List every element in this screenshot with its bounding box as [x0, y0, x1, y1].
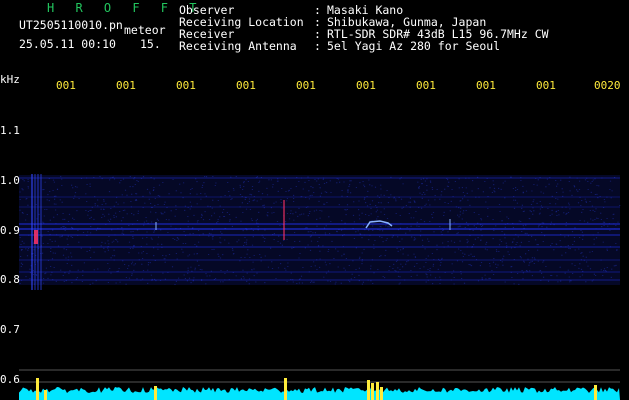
y-tick-1-0: 1.0: [0, 174, 20, 187]
x-tick-3: 001: [176, 79, 196, 92]
x-tick-6: 001: [356, 79, 376, 92]
antenna-label: Receiving Antenna: [179, 39, 297, 53]
power-spike-4: [284, 378, 287, 400]
filename-label: UT2505110010.pn: [19, 18, 123, 32]
x-tick-2: 001: [116, 79, 136, 92]
power-spike-7: [376, 382, 379, 400]
y-tick-0-7: 0.7: [0, 323, 20, 336]
x-tick-1: 001: [56, 79, 76, 92]
spectrogram: [19, 174, 621, 400]
datetime-label: 25.05.11 00:10: [19, 37, 116, 51]
power-trace: [19, 387, 620, 400]
power-spike-6: [371, 383, 374, 400]
power-spike-3: [154, 386, 157, 400]
event-type-label: meteor: [124, 23, 166, 37]
x-tick-10: 0020: [594, 79, 621, 92]
antenna-colon: :: [314, 39, 321, 53]
x-tick-7: 001: [416, 79, 436, 92]
hrofft-screen: H R O F F T UT2505110010.pn meteor 25.05…: [0, 0, 629, 400]
x-tick-5: 001: [296, 79, 316, 92]
antenna-value: 5el Yagi Az 280 for Seoul: [327, 39, 501, 53]
power-spike-2: [44, 390, 47, 400]
y-tick-1-1: 1.1: [0, 124, 20, 137]
x-tick-8: 001: [476, 79, 496, 92]
power-spike-5: [367, 380, 370, 400]
y-tick-0-6: 0.6: [0, 373, 20, 386]
power-spike-8: [380, 387, 383, 400]
y-axis-unit: kHz: [0, 73, 20, 86]
x-tick-9: 001: [536, 79, 556, 92]
y-tick-0-9: 0.9: [0, 224, 20, 237]
power-spike-9: [594, 385, 597, 400]
interval-label: 15.: [140, 37, 161, 51]
y-tick-0-8: 0.8: [0, 273, 20, 286]
meteor-echo-left: [34, 230, 38, 244]
power-spike-1: [36, 378, 39, 400]
x-tick-4: 001: [236, 79, 256, 92]
